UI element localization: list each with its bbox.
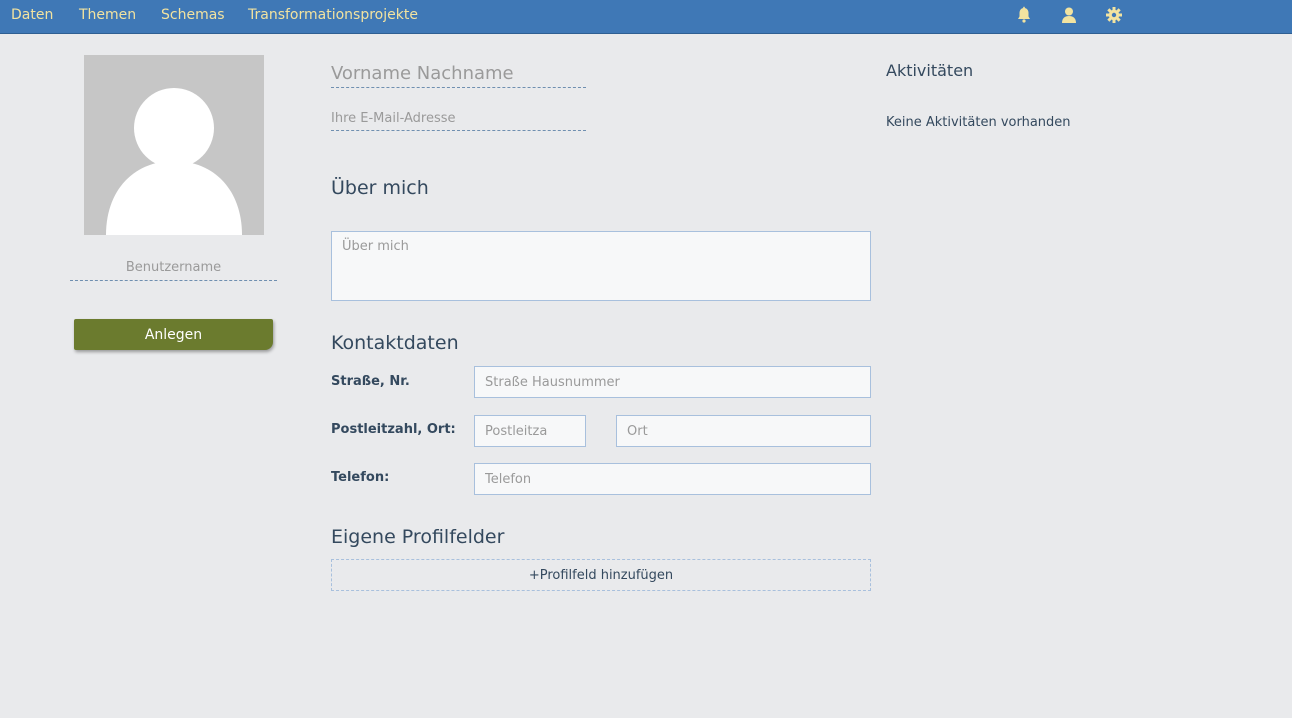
nav-item-themen[interactable]: Themen xyxy=(79,7,136,23)
username-field[interactable] xyxy=(70,255,277,281)
top-navigation-bar: Daten Themen Schemas Transformationsproj… xyxy=(0,0,1292,34)
contact-heading: Kontaktdaten xyxy=(331,332,459,354)
gear-icon[interactable] xyxy=(1105,6,1123,26)
avatar[interactable] xyxy=(84,55,264,235)
zip-city-label: Postleitzahl, Ort: xyxy=(331,422,456,437)
nav-item-schemas[interactable]: Schemas xyxy=(161,7,225,23)
full-name-field[interactable] xyxy=(331,60,586,88)
create-button[interactable]: Anlegen xyxy=(74,319,273,350)
nav-item-daten[interactable]: Daten xyxy=(11,7,53,23)
user-icon[interactable] xyxy=(1060,6,1078,26)
add-profile-field-button[interactable]: +Profilfeld hinzufügen xyxy=(331,559,871,591)
custom-fields-heading: Eigene Profilfelder xyxy=(331,526,505,548)
bell-icon[interactable] xyxy=(1015,6,1033,26)
activities-title: Aktivitäten xyxy=(886,61,974,80)
avatar-placeholder-icon xyxy=(106,88,242,235)
street-label: Straße, Nr. xyxy=(331,374,410,389)
phone-input[interactable] xyxy=(474,463,871,495)
about-textarea[interactable] xyxy=(331,231,871,301)
about-heading: Über mich xyxy=(331,177,429,199)
activities-empty-text: Keine Aktivitäten vorhanden xyxy=(886,115,1071,130)
zip-input[interactable] xyxy=(474,415,586,447)
nav-item-transformationsprojekte[interactable]: Transformationsprojekte xyxy=(248,7,418,23)
city-input[interactable] xyxy=(616,415,871,447)
phone-label: Telefon: xyxy=(331,470,390,485)
street-input[interactable] xyxy=(474,366,871,398)
email-field[interactable] xyxy=(331,106,586,131)
